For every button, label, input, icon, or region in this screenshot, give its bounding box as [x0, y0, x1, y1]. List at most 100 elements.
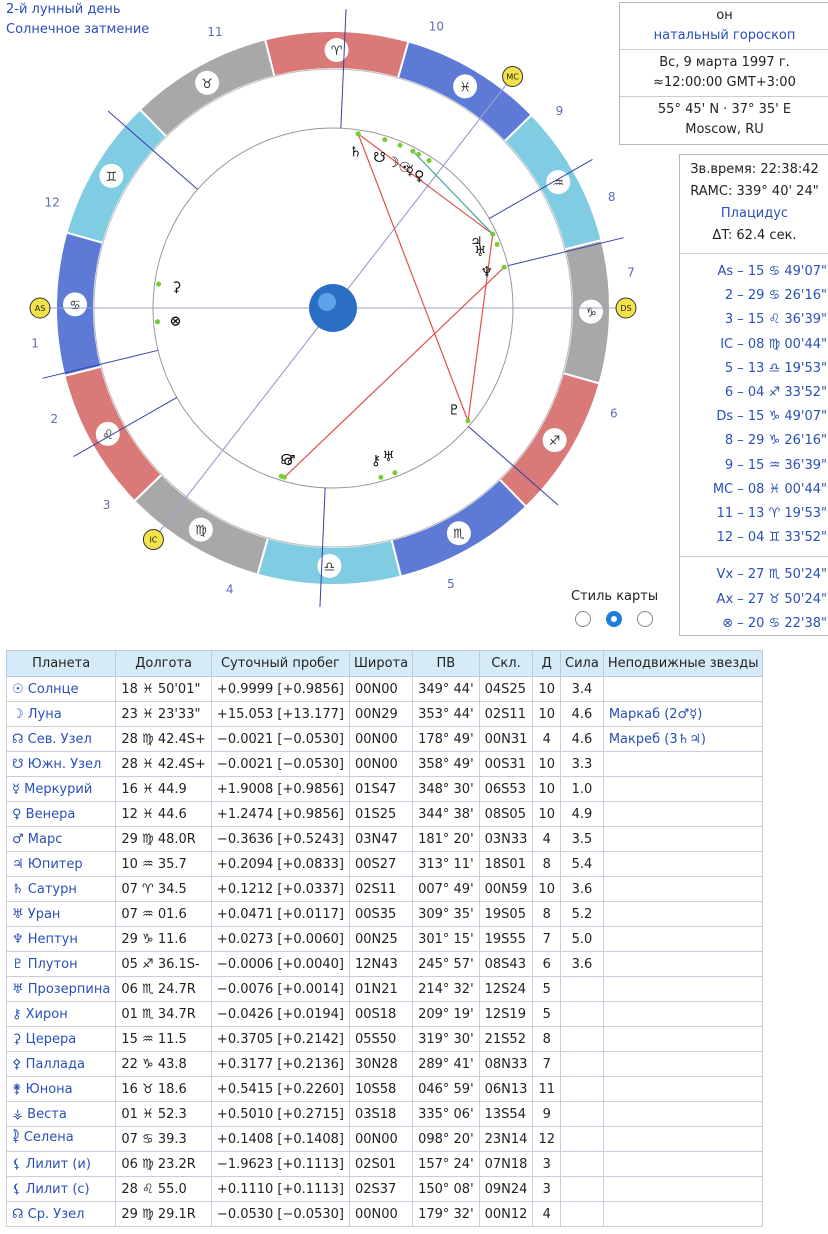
- sign-glyph: ♊: [106, 170, 118, 185]
- planet-glyph: ♇: [448, 402, 461, 418]
- planet-link[interactable]: ☉ Солнце: [5, 676, 117, 702]
- table-cell: 8: [532, 901, 561, 927]
- table-cell: [560, 1051, 604, 1077]
- column-header[interactable]: Долгота: [115, 650, 212, 677]
- table-cell: −0.0021 [−0.0530]: [210, 726, 350, 752]
- planet-link[interactable]: ☊ Ср. Узел: [5, 1201, 117, 1227]
- planet-link[interactable]: ☊ Сев. Узел: [5, 726, 117, 752]
- column-header[interactable]: Широта: [348, 650, 414, 677]
- planet-link[interactable]: ⚳ Церера: [5, 1026, 117, 1052]
- table-cell: 12S24: [478, 976, 534, 1002]
- planets-table: Планета Долгота Суточный пробег Широта ПВ Скл…: [5, 650, 764, 1227]
- planet-link[interactable]: ☋ Южн. Узел: [5, 751, 117, 777]
- table-cell: 29 ♑ 11.6: [115, 926, 212, 952]
- column-header[interactable]: ПВ: [412, 650, 480, 677]
- table-cell: +0.2094 [+0.0833]: [210, 851, 350, 877]
- table-cell: 10: [532, 776, 561, 802]
- planet-dot: [281, 474, 287, 480]
- table-cell: +1.2474 [+0.9856]: [210, 801, 350, 827]
- table-cell: [560, 1076, 604, 1102]
- table-cell: 10 ♒ 35.7: [115, 851, 212, 877]
- planet-link[interactable]: ☿ Меркурий: [5, 776, 117, 802]
- table-cell: 19S05: [478, 901, 534, 927]
- planet-link[interactable]: ⚵ Юнона: [5, 1076, 117, 1102]
- column-header[interactable]: Суточный пробег: [210, 650, 350, 677]
- table-row: ♅ Прозерпина 06 ♏ 24.7R −0.0076 [+0.0014] 0…: [5, 976, 764, 1002]
- cusp-list: As – 15 ♋ 49'07" 2 – 29 ♋ 26'16" 3 – 15 ♌ …: [680, 260, 828, 550]
- angle-label: MC: [506, 72, 519, 81]
- house-number: 11: [207, 25, 222, 39]
- cusp-row: 2 – 29 ♋ 26'16": [724, 288, 827, 304]
- table-cell: −1.9623 [+0.1113]: [210, 1151, 350, 1177]
- table-cell: 00N00: [348, 751, 414, 777]
- chart-style-radio-1[interactable]: [575, 611, 591, 627]
- table-cell: 12: [532, 1126, 561, 1152]
- table-cell: 16 ♓ 44.9: [115, 776, 212, 802]
- column-header[interactable]: Сила: [560, 650, 604, 677]
- planet-link[interactable]: ☽ Луна: [5, 701, 117, 727]
- sign-glyph: ♉: [201, 77, 213, 92]
- extra-point-row: Vx – 27 ♏ 50'24": [716, 567, 827, 583]
- table-cell: 150° 08': [412, 1176, 480, 1202]
- fixed-star-cell: [602, 776, 764, 802]
- column-header[interactable]: Д: [532, 650, 561, 677]
- house-number: 4: [226, 583, 234, 597]
- planet-link[interactable]: ⚸ Лилит (и): [5, 1151, 117, 1177]
- column-header[interactable]: Скл.: [478, 650, 534, 677]
- table-cell: 309° 35': [412, 901, 480, 927]
- table-cell: 29 ♍ 29.1R: [115, 1201, 212, 1227]
- planet-link[interactable]: ⚸ Лилит (с): [5, 1176, 117, 1202]
- table-cell: 007° 49': [412, 876, 480, 902]
- table-row: ⚸ Лилит (с) 28 ♌ 55.0 +0.1110 [+0.1113] 02S…: [5, 1176, 764, 1202]
- chart-type-link[interactable]: натальный гороскоп: [620, 26, 828, 46]
- planet-dot: [355, 131, 361, 137]
- planet-link[interactable]: ♅ Уран: [5, 901, 117, 927]
- planet-link[interactable]: ♅ Прозерпина: [5, 976, 117, 1002]
- planet-link[interactable]: ♆ Нептун: [5, 926, 117, 952]
- table-cell: 00N59: [478, 876, 534, 902]
- planet-glyph: ☽: [387, 155, 400, 171]
- coords-label: 55° 45' N · 37° 35' E: [657, 102, 792, 117]
- column-header[interactable]: Неподвижные звезды: [602, 650, 764, 677]
- table-cell: 098° 20': [412, 1126, 480, 1152]
- planet-link[interactable]: ♂ Марс: [5, 826, 117, 852]
- fixed-star-cell: [602, 1001, 764, 1027]
- planet-link[interactable]: ♀ Венера: [5, 801, 117, 827]
- planet-link[interactable]: ♃ Юпитер: [5, 851, 117, 877]
- chart-style-radio-2[interactable]: [606, 611, 622, 627]
- planet-link[interactable]: ⚶ Веста: [5, 1101, 117, 1127]
- table-cell: 18 ♓ 50'01": [115, 676, 212, 702]
- planet-link[interactable]: ⚷ Хирон: [5, 1001, 117, 1027]
- house-number: 3: [103, 498, 111, 512]
- column-header[interactable]: Планета: [5, 650, 117, 677]
- table-cell: 06S53: [478, 776, 534, 802]
- table-cell: [560, 976, 604, 1002]
- house-number: 2: [50, 412, 58, 426]
- table-cell: [560, 1126, 604, 1152]
- chart-style-radio-3[interactable]: [637, 611, 653, 627]
- extra-point-row: ⊗ – 20 ♋ 22'38": [722, 615, 827, 631]
- table-row: ⚸ Лилит (и) 06 ♍ 23.2R −1.9623 [+0.1113] 02…: [5, 1151, 764, 1177]
- planet-glyph: ♅: [474, 244, 487, 260]
- house-system-link[interactable]: Плацидус: [680, 203, 828, 225]
- table-cell: 344° 38': [412, 801, 480, 827]
- planet-link[interactable]: ♄ Сатурн: [5, 876, 117, 902]
- house-number: 8: [608, 190, 616, 204]
- chart-style-label: Стиль карты: [571, 589, 659, 604]
- planet-link[interactable]: ⚴ Паллада: [5, 1051, 117, 1077]
- cusp-row: 9 – 15 ♒ 36'39": [724, 457, 827, 473]
- table-cell: 5.2: [560, 901, 604, 927]
- fixed-star-cell[interactable]: Макреб (3♄♃): [602, 726, 764, 752]
- table-cell: +0.1212 [+0.0337]: [210, 876, 350, 902]
- table-row: ⚶ Веста 01 ♓ 52.3 +0.5010 [+0.2715] 03S18 33…: [5, 1101, 764, 1127]
- cusp-row: As – 15 ♋ 49'07": [717, 264, 827, 279]
- table-cell: 16 ♉ 18.6: [115, 1076, 212, 1102]
- fixed-star-cell[interactable]: Маркаб (2♂☿): [602, 701, 764, 727]
- planet-link[interactable]: ⯝ Селена: [5, 1126, 117, 1152]
- person-label: он: [716, 8, 733, 23]
- table-cell: 01 ♓ 52.3: [115, 1101, 212, 1127]
- table-cell: +1.9008 [+0.9856]: [210, 776, 350, 802]
- table-cell: 178° 49': [412, 726, 480, 752]
- planet-link[interactable]: ♇ Плутон: [5, 951, 117, 977]
- table-cell: 4: [532, 1201, 561, 1227]
